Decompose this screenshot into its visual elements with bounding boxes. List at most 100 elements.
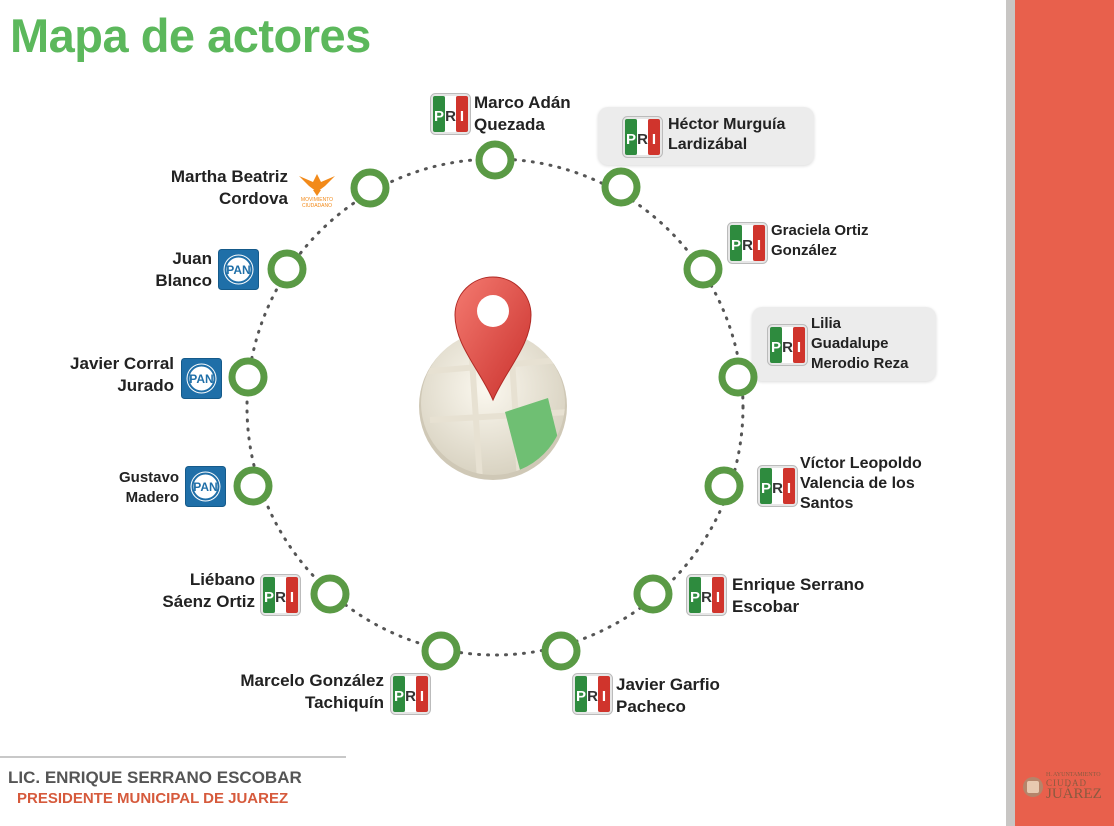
svg-text:I: I [652, 131, 656, 148]
svg-text:I: I [787, 480, 791, 497]
svg-text:P: P [264, 589, 274, 606]
actor-name-graciela: Graciela Ortiz González [771, 221, 869, 261]
actor-node-gustavo [233, 466, 273, 506]
actor-name-line: Blanco [155, 271, 212, 290]
actor-name-line: Escobar [732, 597, 800, 616]
pri-logo-icon: PRI [757, 465, 798, 507]
actor-name-hector: Héctor Murguía Lardizábal [668, 115, 785, 155]
actor-node-graciela [683, 249, 723, 289]
actor-name-martha: Martha Beatriz Cordova [158, 166, 288, 210]
actor-name-line: Javier Corral [70, 354, 174, 373]
actor-name-line: Héctor Murguía [668, 116, 786, 133]
side-band-gray [1006, 0, 1015, 826]
svg-text:PAN: PAN [189, 372, 213, 386]
svg-text:I: I [602, 688, 606, 705]
actor-node-javierg [541, 631, 581, 671]
coat-of-arms-icon [1023, 777, 1043, 797]
footer-divider [0, 756, 346, 758]
svg-text:R: R [405, 688, 416, 705]
actor-node-juan [267, 249, 307, 289]
svg-text:PAN: PAN [226, 263, 250, 277]
actor-node-martha [350, 168, 390, 208]
svg-text:P: P [731, 237, 741, 254]
svg-text:P: P [576, 688, 586, 705]
actor-name-line: Víctor Leopoldo [800, 455, 922, 472]
svg-text:I: I [420, 688, 424, 705]
actor-node-javierc [228, 357, 268, 397]
actor-node-lilia [718, 357, 758, 397]
svg-text:I: I [460, 108, 464, 125]
actor-name-javierc: Javier Corral Jurado [58, 353, 174, 397]
svg-text:P: P [394, 688, 404, 705]
pri-logo-icon: PRI [767, 324, 808, 366]
actor-name-gustavo: Gustavo Madero [110, 468, 179, 508]
actor-name-line: Graciela Ortiz [771, 222, 869, 239]
movimiento-ciudadano-logo-icon: MOVIMIENTOCIUDADANO [299, 174, 335, 208]
actor-name-line: Martha Beatriz [170, 167, 288, 186]
actor-name-line: Lardizábal [668, 136, 748, 153]
actor-name-line: Enrique Serrano [732, 575, 865, 594]
map-pin-icon [419, 276, 567, 480]
pri-logo-icon: PRI [572, 673, 613, 715]
svg-text:R: R [782, 339, 793, 356]
svg-text:R: R [275, 589, 286, 606]
actor-name-line: Madero [125, 489, 179, 506]
svg-text:I: I [716, 589, 720, 606]
svg-text:P: P [690, 589, 700, 606]
actor-name-javierg: Javier Garfio Pacheco [616, 674, 720, 718]
svg-text:P: P [626, 131, 636, 148]
actor-name-line: Juan [172, 249, 212, 268]
svg-text:R: R [445, 108, 456, 125]
actor-name-line: Tachiquín [304, 693, 384, 712]
actor-name-line: Gustavo [118, 469, 179, 486]
svg-text:R: R [637, 131, 648, 148]
svg-text:P: P [771, 339, 781, 356]
actor-name-marcelo: Marcelo González Tachiquín [224, 670, 384, 714]
svg-text:P: P [761, 480, 771, 497]
svg-text:R: R [701, 589, 712, 606]
actor-name-juan: Juan Blanco [148, 248, 212, 292]
actor-name-victor: Víctor Leopoldo Valencia de los Santos [800, 454, 922, 514]
actor-name-enrique: Enrique Serrano Escobar [732, 574, 864, 618]
actor-node-marcelo [421, 631, 461, 671]
svg-text:I: I [290, 589, 294, 606]
pri-logo-icon: PRI [727, 222, 768, 264]
side-band-red [1015, 0, 1114, 826]
actor-name-marco: Marco Adán Quezada [474, 92, 571, 136]
actor-node-victor [704, 466, 744, 506]
pri-logo-icon: PRI [430, 93, 471, 135]
actor-name-line: Liébano [189, 570, 255, 589]
actor-name-line: Guadalupe [811, 335, 889, 352]
pri-logo-icon: PRI [686, 574, 727, 616]
actor-name-line: Cordova [219, 189, 288, 208]
pri-logo-icon: PRI [390, 673, 431, 715]
svg-text:R: R [772, 480, 783, 497]
actor-name-line: Santos [800, 495, 854, 512]
pan-logo-icon: PAN [218, 249, 259, 290]
actor-name-line: González [771, 242, 837, 259]
svg-text:R: R [587, 688, 598, 705]
actor-name-liebano: Liébano Sáenz Ortiz [154, 569, 255, 613]
actor-name-line: Lilia [811, 315, 842, 332]
actor-node-enrique [633, 574, 673, 614]
footer-name: LIC. ENRIQUE SERRANO ESCOBAR [8, 768, 302, 787]
svg-text:P: P [434, 108, 444, 125]
pri-logo-icon: PRI [622, 116, 663, 158]
actor-name-line: Quezada [474, 115, 545, 134]
svg-text:PAN: PAN [193, 480, 217, 494]
actor-name-line: Sáenz Ortiz [162, 592, 255, 611]
actor-node-hector [601, 167, 641, 207]
actor-name-line: Valencia de los [800, 475, 915, 492]
actor-name-line: Jurado [117, 376, 174, 395]
svg-text:I: I [757, 237, 761, 254]
footer-role: PRESIDENTE MUNICIPAL DE JUAREZ [17, 790, 289, 807]
actor-node-marco [475, 140, 515, 180]
pri-logo-icon: PRI [260, 574, 301, 616]
actor-name-line: Javier Garfio [616, 675, 720, 694]
svg-text:R: R [742, 237, 753, 254]
actor-name-line: Marcelo González [240, 671, 384, 690]
actor-name-line: Pacheco [616, 697, 686, 716]
svg-text:CIUDADANO: CIUDADANO [302, 203, 332, 208]
actor-name-line: Merodio Reza [811, 355, 909, 372]
svg-text:I: I [797, 339, 801, 356]
